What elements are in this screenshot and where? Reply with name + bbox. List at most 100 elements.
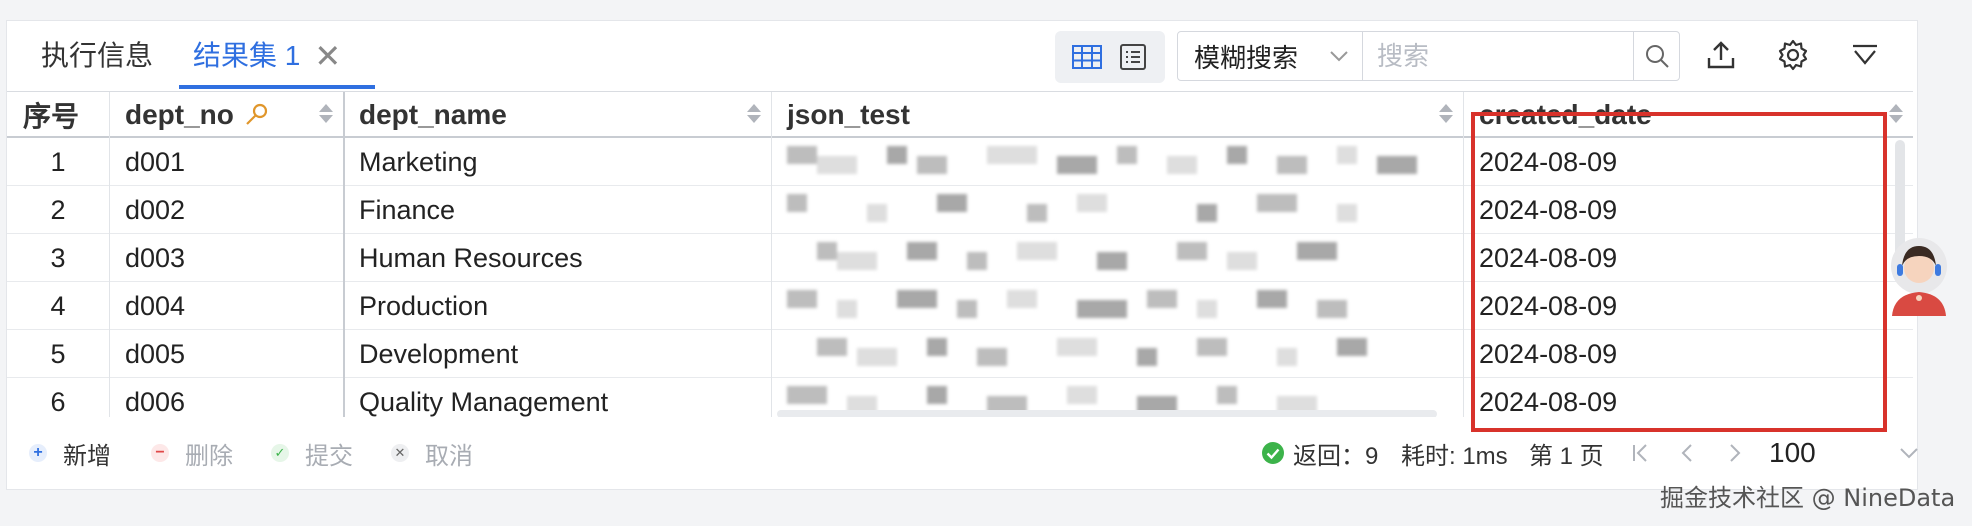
- plus-icon: +: [29, 444, 47, 462]
- cell-seq[interactable]: 3: [7, 234, 109, 282]
- close-icon: ✕: [391, 444, 409, 462]
- cell-created-date[interactable]: 2024-08-09: [1463, 378, 1903, 417]
- status-success: 返回：9: [1261, 433, 1378, 473]
- cell-seq[interactable]: 6: [7, 378, 109, 417]
- cell-json-test-redacted[interactable]: [777, 234, 1457, 282]
- cell-dept-no[interactable]: d004: [109, 282, 343, 330]
- success-icon: [1261, 441, 1285, 465]
- filter-icon[interactable]: [1843, 33, 1887, 77]
- cell-json-test-redacted[interactable]: [777, 330, 1457, 378]
- chevron-down-icon: [1899, 447, 1919, 459]
- horizontal-scrollbar[interactable]: [777, 410, 1437, 417]
- delete-row-button[interactable]: − 删除: [151, 433, 233, 473]
- cell-dept-no[interactable]: d005: [109, 330, 343, 378]
- cell-dept-no[interactable]: d002: [109, 186, 343, 234]
- close-icon[interactable]: ✕: [314, 40, 341, 72]
- page-size-select[interactable]: 100: [1769, 433, 1919, 473]
- column-header-label: 序号: [23, 101, 80, 132]
- tab-bar: 执行信息 结果集 1 ✕ 模糊搜索: [7, 21, 1917, 91]
- elapsed-time: 耗时: 1ms: [1401, 442, 1508, 470]
- cell-dept-no[interactable]: d006: [109, 378, 343, 417]
- column-header-dept-name[interactable]: dept_name: [343, 92, 771, 138]
- tab-exec-info[interactable]: 执行信息: [41, 39, 153, 73]
- active-tab-indicator: [179, 85, 375, 89]
- column-header-json-test[interactable]: json_test: [771, 92, 1463, 138]
- minus-icon: −: [151, 444, 169, 462]
- cell-created-date[interactable]: 2024-08-09: [1463, 138, 1903, 186]
- tab-result-set-label: 结果集 1: [193, 40, 301, 71]
- submit-button[interactable]: ✓ 提交: [271, 433, 353, 473]
- column-header-label: dept_name: [359, 99, 507, 130]
- column-header-label: created_date: [1479, 99, 1652, 130]
- cell-created-date[interactable]: 2024-08-09: [1463, 186, 1903, 234]
- table-row[interactable]: 4 d004 Production 2024-08-09: [7, 282, 1913, 330]
- support-avatar[interactable]: [1884, 236, 1954, 328]
- first-page-icon[interactable]: [1631, 433, 1651, 473]
- tab-result-set[interactable]: 结果集 1 ✕: [193, 39, 341, 73]
- cell-dept-name[interactable]: Finance: [343, 186, 771, 234]
- table-row[interactable]: 1 d001 Marketing 2024-08-09: [7, 138, 1913, 186]
- column-divider: [343, 92, 345, 417]
- grid-footer: + 新增 − 删除 ✓ 提交 ✕ 取消 返回：9 耗时: 1ms 第 1 页 1…: [7, 423, 1919, 483]
- watermark: 掘金技术社区 @ NineData: [1660, 484, 1956, 512]
- cell-seq[interactable]: 4: [7, 282, 109, 330]
- table-row[interactable]: 3 d003 Human Resources 2024-08-09: [7, 234, 1913, 282]
- column-header-dept-no[interactable]: dept_no: [109, 92, 343, 138]
- cell-json-test-redacted[interactable]: [777, 282, 1457, 330]
- add-row-button[interactable]: + 新增: [29, 433, 111, 473]
- result-grid: 序号 dept_no dept_name json_test created_d…: [7, 91, 1913, 417]
- add-row-label: 新增: [63, 442, 111, 470]
- settings-icon[interactable]: [1771, 33, 1815, 77]
- search-mode-select[interactable]: 模糊搜索: [1178, 32, 1363, 80]
- table-row[interactable]: 2 d002 Finance 2024-08-09: [7, 186, 1913, 234]
- chevron-down-icon: [1330, 45, 1348, 68]
- cell-json-test-redacted[interactable]: [777, 138, 1457, 186]
- list-view-icon[interactable]: [1117, 43, 1149, 71]
- cell-dept-name[interactable]: Production: [343, 282, 771, 330]
- cell-seq[interactable]: 5: [7, 330, 109, 378]
- page-indicator: 第 1 页: [1529, 442, 1604, 470]
- cell-dept-no[interactable]: d001: [109, 138, 343, 186]
- column-divider: [109, 92, 110, 417]
- search-icon[interactable]: [1633, 32, 1679, 80]
- tab-exec-info-label: 执行信息: [41, 40, 154, 71]
- column-header-created-date[interactable]: created_date: [1463, 92, 1913, 138]
- cell-dept-name[interactable]: Quality Management: [343, 378, 771, 417]
- next-page-icon[interactable]: [1727, 433, 1743, 473]
- cell-dept-no[interactable]: d003: [109, 234, 343, 282]
- column-divider: [771, 92, 772, 417]
- cancel-label: 取消: [425, 442, 473, 470]
- cell-dept-name[interactable]: Human Resources: [343, 234, 771, 282]
- table-header: 序号 dept_no dept_name json_test created_d…: [7, 92, 1913, 138]
- search-group: 模糊搜索: [1177, 31, 1680, 81]
- cell-dept-name[interactable]: Development: [343, 330, 771, 378]
- table-row[interactable]: 5 d005 Development 2024-08-09: [7, 330, 1913, 378]
- result-panel: 执行信息 结果集 1 ✕ 模糊搜索 搜索 序号 dept_no dept_nam…: [6, 20, 1918, 490]
- sort-icon[interactable]: [1439, 104, 1453, 123]
- sort-icon[interactable]: [747, 104, 761, 123]
- sort-icon[interactable]: [319, 104, 333, 123]
- column-divider: [1463, 92, 1464, 417]
- grid-view-icon[interactable]: [1071, 43, 1103, 71]
- cell-created-date[interactable]: 2024-08-09: [1463, 234, 1903, 282]
- cell-seq[interactable]: 1: [7, 138, 109, 186]
- check-icon: ✓: [271, 444, 289, 462]
- cell-json-test-redacted[interactable]: [777, 186, 1457, 234]
- column-header-label: json_test: [787, 99, 910, 130]
- delete-row-label: 删除: [185, 442, 233, 470]
- page-size-value: 100: [1769, 437, 1816, 468]
- cell-created-date[interactable]: 2024-08-09: [1463, 282, 1903, 330]
- cell-dept-name[interactable]: Marketing: [343, 138, 771, 186]
- search-mode-label: 模糊搜索: [1194, 42, 1299, 73]
- column-header-seq[interactable]: 序号: [7, 92, 109, 138]
- cancel-button[interactable]: ✕ 取消: [391, 433, 473, 473]
- export-icon[interactable]: [1699, 33, 1743, 77]
- cell-created-date[interactable]: 2024-08-09: [1463, 330, 1903, 378]
- prev-page-icon[interactable]: [1679, 433, 1695, 473]
- sort-icon[interactable]: [1889, 104, 1903, 123]
- submit-label: 提交: [305, 442, 353, 470]
- cell-seq[interactable]: 2: [7, 186, 109, 234]
- search-input[interactable]: [1363, 32, 1633, 80]
- view-toggle: [1055, 31, 1165, 83]
- column-header-label: dept_no: [125, 99, 234, 130]
